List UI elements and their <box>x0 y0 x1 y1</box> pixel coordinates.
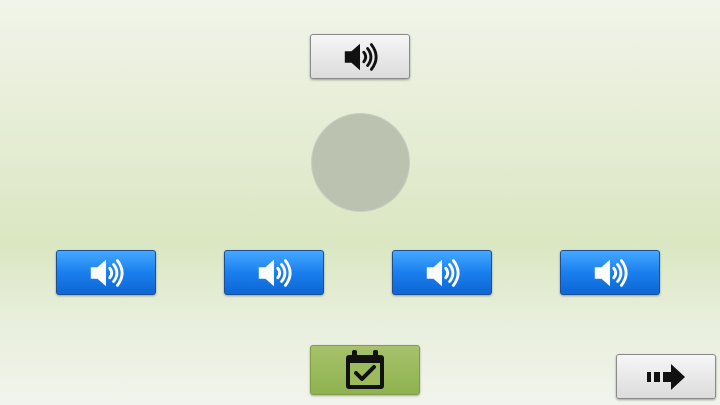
answer-option-2-button[interactable] <box>224 250 324 295</box>
answer-option-3-button[interactable] <box>392 250 492 295</box>
picture-placeholder-circle <box>311 113 410 212</box>
next-button[interactable] <box>616 354 716 399</box>
speaker-icon <box>341 38 379 76</box>
speaker-icon <box>423 254 461 292</box>
calendar-check-icon <box>343 348 387 392</box>
play-sound-button[interactable] <box>310 34 410 79</box>
speaker-icon <box>255 254 293 292</box>
arrow-right-icon <box>645 362 687 392</box>
check-answer-button[interactable] <box>310 345 420 395</box>
speaker-icon <box>591 254 629 292</box>
answer-option-1-button[interactable] <box>56 250 156 295</box>
answer-option-4-button[interactable] <box>560 250 660 295</box>
speaker-icon <box>87 254 125 292</box>
